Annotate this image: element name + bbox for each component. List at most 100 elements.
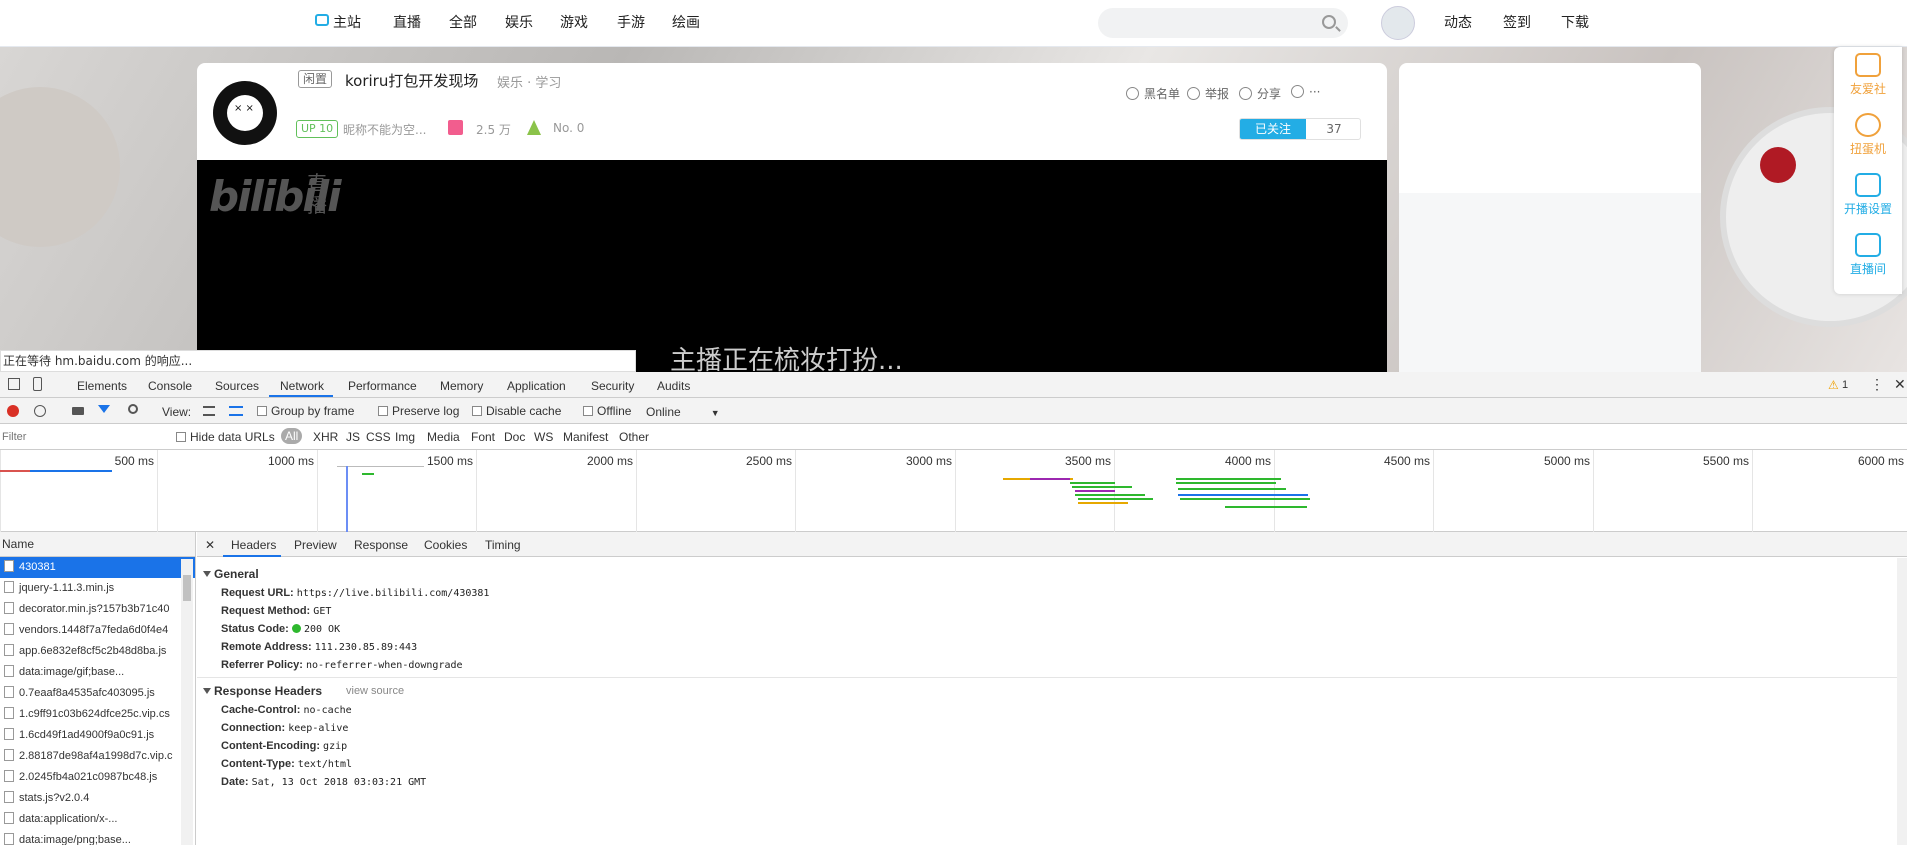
response-headers-section-header[interactable]: Response Headers bbox=[203, 684, 322, 698]
request-row[interactable]: data:application/x-... bbox=[0, 809, 195, 830]
filter-type-ws[interactable]: WS bbox=[534, 430, 553, 444]
close-icon[interactable]: ✕ bbox=[1894, 376, 1906, 393]
warning-icon[interactable]: ⚠ bbox=[1828, 378, 1839, 392]
filter-type-all[interactable]: All bbox=[281, 428, 303, 444]
timeline-bar bbox=[1075, 494, 1145, 496]
filter-type-other[interactable]: Other bbox=[619, 430, 649, 444]
preserve-log-checkbox[interactable]: Preserve log bbox=[378, 404, 459, 418]
tab-cookies[interactable]: Cookies bbox=[424, 538, 467, 552]
friends-club-button[interactable]: 友爱社 bbox=[1834, 53, 1902, 97]
request-row[interactable]: 1.c9ff91c03b624dfce25c.vip.cs bbox=[0, 704, 195, 725]
tab-headers[interactable]: Headers bbox=[231, 538, 276, 552]
live-room-button[interactable]: 直播间 bbox=[1834, 233, 1902, 277]
tab-network[interactable]: Network bbox=[280, 379, 324, 393]
room-status-tag: 闲置 bbox=[298, 70, 333, 88]
tab-preview[interactable]: Preview bbox=[294, 538, 337, 552]
request-row[interactable]: 430381 bbox=[0, 557, 195, 578]
nav-link-all[interactable]: 全部 bbox=[449, 12, 477, 32]
request-row[interactable]: decorator.min.js?157b3b71c40 bbox=[0, 599, 195, 620]
more-button[interactable]: ··· bbox=[1291, 85, 1320, 99]
request-row[interactable]: 0.7eaaf8a4535afc403095.js bbox=[0, 683, 195, 704]
camera-icon[interactable] bbox=[72, 407, 84, 415]
nav-link-ent[interactable]: 娱乐 bbox=[505, 12, 533, 32]
timeline-bar bbox=[1075, 490, 1115, 492]
general-section-header[interactable]: General bbox=[203, 567, 259, 581]
filter-type-js[interactable]: JS bbox=[346, 430, 360, 444]
search-icon[interactable] bbox=[128, 404, 138, 414]
device-toggle-icon[interactable] bbox=[33, 377, 42, 391]
scrollbar-thumb[interactable] bbox=[183, 575, 191, 601]
group-by-frame-checkbox[interactable]: Group by frame bbox=[257, 404, 354, 418]
filter-icon[interactable] bbox=[98, 405, 110, 413]
request-row[interactable]: app.6e832ef8cf5c2b48d8ba.js bbox=[0, 641, 195, 662]
avatar[interactable] bbox=[1381, 6, 1415, 40]
nav-link-dynamic[interactable]: 动态 bbox=[1444, 12, 1472, 32]
tab-security[interactable]: Security bbox=[591, 379, 634, 393]
request-list-scrollbar[interactable] bbox=[181, 559, 193, 845]
clear-icon[interactable] bbox=[34, 405, 46, 417]
nav-link-main[interactable]: 主站 bbox=[333, 12, 361, 32]
streamer-name[interactable]: 昵称不能为空... bbox=[343, 121, 426, 138]
report-button[interactable]: 举报 bbox=[1187, 85, 1229, 102]
share-button[interactable]: 分享 bbox=[1239, 85, 1281, 102]
blacklist-button[interactable]: 黑名单 bbox=[1126, 85, 1180, 102]
room-category[interactable]: 娱乐 · 学习 bbox=[497, 72, 561, 91]
request-row[interactable]: data:image/gif;base... bbox=[0, 662, 195, 683]
request-row[interactable]: stats.js?v2.0.4 bbox=[0, 788, 195, 809]
detail-scrollbar[interactable] bbox=[1897, 558, 1907, 845]
nav-link-download[interactable]: 下载 bbox=[1561, 12, 1589, 32]
header-row: Content-Type: text/html bbox=[221, 758, 352, 770]
video-player[interactable]: bilibili 直播 主播正在梳妆打扮... bbox=[197, 160, 1387, 372]
nav-link-game[interactable]: 游戏 bbox=[560, 12, 588, 32]
hide-data-urls-checkbox[interactable]: Hide data URLs bbox=[176, 430, 275, 444]
name-column-header[interactable]: Name bbox=[0, 532, 195, 557]
nav-link-signin[interactable]: 签到 bbox=[1503, 12, 1531, 32]
tab-audits[interactable]: Audits bbox=[657, 379, 690, 393]
tab-performance[interactable]: Performance bbox=[348, 379, 417, 393]
offline-checkbox[interactable]: Offline bbox=[583, 404, 631, 418]
view-source-link[interactable]: view source bbox=[346, 685, 404, 697]
search-input[interactable] bbox=[1098, 8, 1348, 38]
tab-console[interactable]: Console bbox=[148, 379, 192, 393]
gacha-button[interactable]: 扭蛋机 bbox=[1834, 113, 1902, 157]
filter-input[interactable] bbox=[2, 427, 162, 446]
request-row[interactable]: 1.6cd49f1ad4900f9a0c91.js bbox=[0, 725, 195, 746]
nav-link-draw[interactable]: 绘画 bbox=[672, 12, 700, 32]
warning-count[interactable]: 1 bbox=[1842, 379, 1848, 391]
tab-response[interactable]: Response bbox=[354, 538, 408, 552]
nav-link-mobile[interactable]: 手游 bbox=[617, 12, 645, 32]
more-menu-icon[interactable]: ⋮ bbox=[1870, 376, 1884, 393]
list-view-icon[interactable] bbox=[203, 406, 215, 416]
filter-type-media[interactable]: Media bbox=[427, 430, 460, 444]
tab-sources[interactable]: Sources bbox=[215, 379, 259, 393]
record-icon[interactable] bbox=[7, 405, 19, 417]
nav-link-live[interactable]: 直播 bbox=[393, 12, 421, 32]
request-row[interactable]: 2.0245fb4a021c0987bc48.js bbox=[0, 767, 195, 788]
filter-type-img[interactable]: Img bbox=[395, 430, 415, 444]
inspect-element-icon[interactable] bbox=[8, 378, 20, 390]
throttling-select[interactable]: Online ▼ bbox=[646, 405, 720, 419]
bilibili-live-logo-text: 直播 bbox=[307, 171, 327, 217]
streamer-avatar[interactable] bbox=[213, 81, 277, 145]
tab-memory[interactable]: Memory bbox=[440, 379, 483, 393]
request-row[interactable]: 2.88187de98af4a1998d7c.vip.c bbox=[0, 746, 195, 767]
disable-cache-checkbox[interactable]: Disable cache bbox=[472, 404, 561, 418]
follow-button[interactable]: 已关注 37 bbox=[1239, 118, 1361, 140]
filter-type-css[interactable]: CSS bbox=[366, 430, 391, 444]
filter-type-manifest[interactable]: Manifest bbox=[563, 430, 608, 444]
stream-settings-button[interactable]: 开播设置 bbox=[1834, 173, 1902, 217]
header-key: Status Code: bbox=[221, 623, 289, 635]
network-overview-timeline[interactable]: 500 ms 1000 ms 1500 ms 2000 ms 2500 ms 3… bbox=[0, 450, 1907, 532]
filter-type-doc[interactable]: Doc bbox=[504, 430, 525, 444]
search-icon[interactable] bbox=[1322, 15, 1336, 29]
tab-application[interactable]: Application bbox=[507, 379, 566, 393]
request-row[interactable]: data:image/png;base... bbox=[0, 830, 195, 845]
request-row[interactable]: vendors.1448f7a7feda6d0f4e4 bbox=[0, 620, 195, 641]
tab-timing[interactable]: Timing bbox=[485, 538, 521, 552]
filter-type-xhr[interactable]: XHR bbox=[313, 430, 338, 444]
request-row[interactable]: jquery-1.11.3.min.js bbox=[0, 578, 195, 599]
waterfall-view-icon[interactable] bbox=[229, 406, 243, 416]
close-icon[interactable]: ✕ bbox=[205, 538, 215, 552]
filter-type-font[interactable]: Font bbox=[471, 430, 495, 444]
tab-elements[interactable]: Elements bbox=[77, 379, 127, 393]
